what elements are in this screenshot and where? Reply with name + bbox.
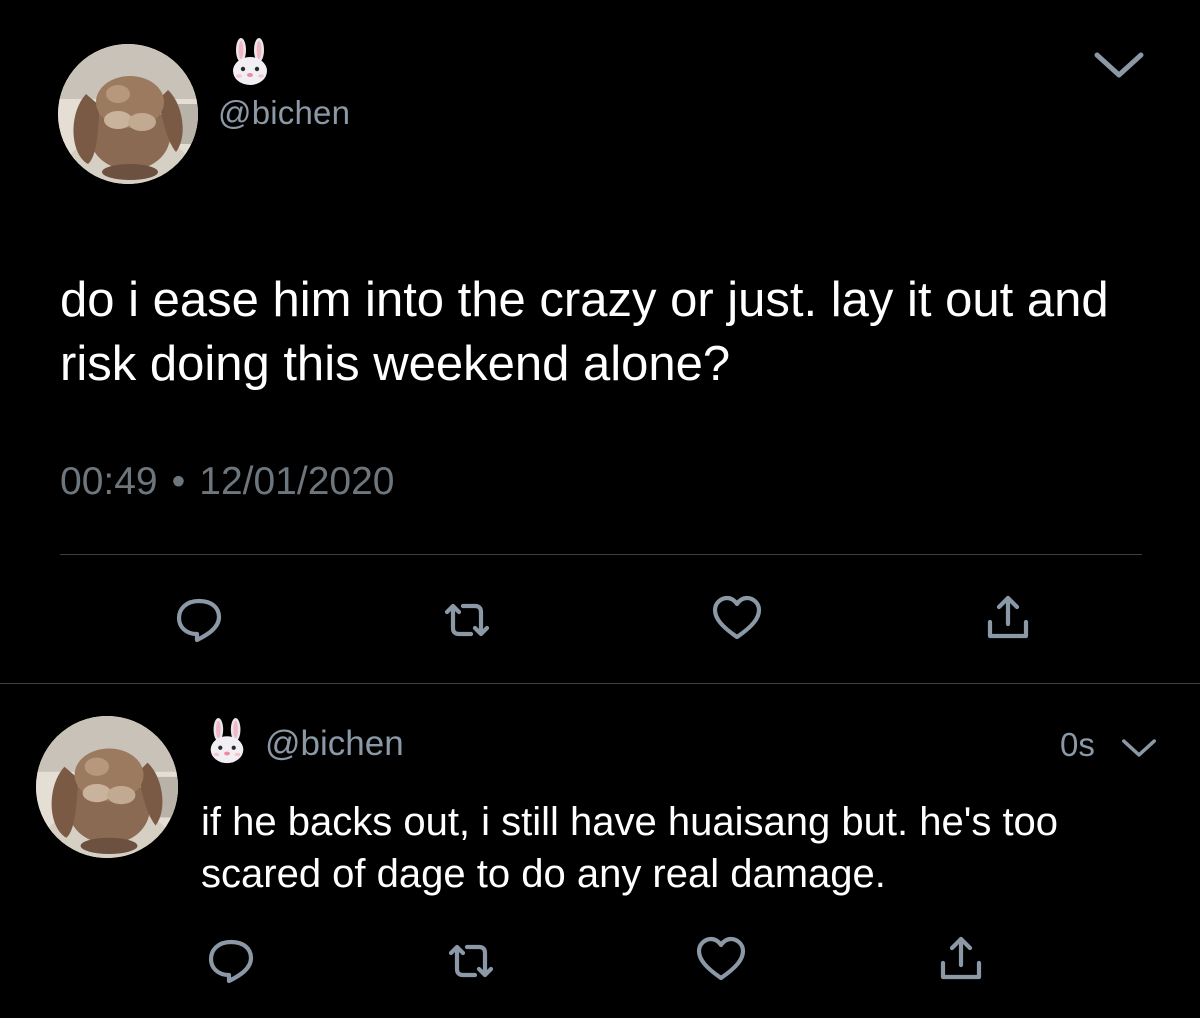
tweet-date: 12/01/2020	[199, 460, 395, 503]
chevron-down-icon[interactable]	[1093, 50, 1145, 80]
avatar[interactable]	[58, 44, 198, 184]
divider	[60, 554, 1142, 555]
like-icon[interactable]	[709, 591, 765, 647]
retweet-icon[interactable]	[443, 933, 499, 989]
tweet-text: do i ease him into the crazy or just. la…	[60, 273, 1123, 391]
meta-separator: •	[171, 460, 186, 503]
like-icon[interactable]	[693, 932, 749, 988]
share-icon[interactable]	[933, 931, 989, 987]
share-icon[interactable]	[980, 590, 1036, 646]
reply-icon[interactable]	[203, 932, 259, 988]
chevron-down-icon[interactable]	[1121, 737, 1157, 759]
tweet-timestamp: 0s	[1060, 726, 1095, 763]
divider	[0, 683, 1200, 684]
reply-icon[interactable]	[171, 591, 227, 647]
tweet-text: if he backs out, i still have huaisang b…	[201, 800, 1070, 896]
username-handle[interactable]: @bichen	[265, 724, 404, 764]
rabbit-face-emoji-icon	[203, 717, 251, 767]
retweet-icon[interactable]	[439, 592, 495, 648]
avatar[interactable]	[36, 716, 178, 858]
tweet-time: 00:49	[60, 460, 158, 503]
rabbit-face-emoji-icon	[225, 38, 275, 88]
username-handle[interactable]: @bichen	[218, 94, 350, 132]
tweet-timestamp: 00:49 • 12/01/2020	[60, 460, 394, 504]
